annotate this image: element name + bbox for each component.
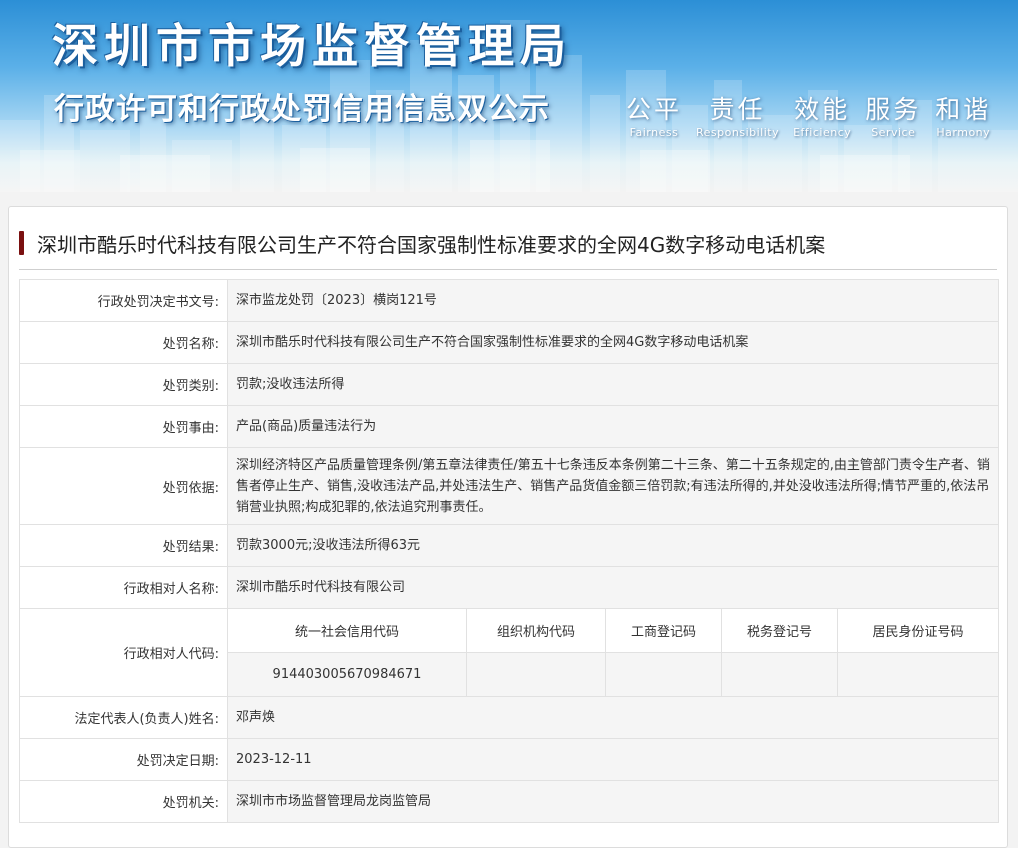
value-en: Service xyxy=(871,126,916,139)
row-label: 行政相对人名称: xyxy=(19,566,228,609)
row-label: 处罚名称: xyxy=(19,321,228,364)
code-value: 914403005670984671 xyxy=(228,652,467,696)
row-label: 处罚依据: xyxy=(19,447,228,525)
code-header: 工商登记码 xyxy=(605,609,722,653)
title-accent-bar xyxy=(19,231,24,255)
code-header: 统一社会信用代码 xyxy=(228,609,467,653)
case-title-header: 深圳市酷乐时代科技有限公司生产不符合国家强制性标准要求的全网4G数字移动电话机案 xyxy=(19,227,997,270)
penalty-info-table: 行政处罚决定书文号: 深市监龙处罚〔2023〕横岗121号 处罚名称: 深圳市酷… xyxy=(19,279,999,823)
value-cn: 服务 xyxy=(865,95,922,124)
table-row: 处罚机关: 深圳市市场监督管理局龙岗监管局 xyxy=(19,780,999,823)
code-value xyxy=(837,652,998,696)
value-responsibility: 责任 Responsibility xyxy=(696,90,779,139)
value-en: Efficiency xyxy=(793,126,852,139)
row-value: 深圳市酷乐时代科技有限公司 xyxy=(227,566,999,609)
code-value xyxy=(721,652,838,696)
row-label: 行政处罚决定书文号: xyxy=(19,279,228,322)
header-banner: 深圳市市场监督管理局 行政许可和行政处罚信用信息双公示 公平 Fairness … xyxy=(0,0,1018,192)
table-row: 处罚名称: 深圳市酷乐时代科技有限公司生产不符合国家强制性标准要求的全网4G数字… xyxy=(19,321,999,364)
core-values: 公平 Fairness 责任 Responsibility 效能 Efficie… xyxy=(626,90,990,139)
value-en: Harmony xyxy=(936,126,991,139)
site-title: 深圳市市场监督管理局 xyxy=(52,19,572,73)
case-title: 深圳市酷乐时代科技有限公司生产不符合国家强制性标准要求的全网4G数字移动电话机案 xyxy=(37,233,826,257)
table-row: 处罚事由: 产品(商品)质量违法行为 xyxy=(19,405,999,448)
row-value: 邓声焕 xyxy=(227,696,999,739)
row-value: 罚款;没收违法所得 xyxy=(227,363,999,406)
table-row: 行政相对人名称: 深圳市酷乐时代科技有限公司 xyxy=(19,566,999,609)
row-label: 处罚决定日期: xyxy=(19,738,228,781)
content-panel: 深圳市酷乐时代科技有限公司生产不符合国家强制性标准要求的全网4G数字移动电话机案… xyxy=(8,206,1008,848)
code-value xyxy=(605,652,722,696)
row-value: 深圳市酷乐时代科技有限公司生产不符合国家强制性标准要求的全网4G数字移动电话机案 xyxy=(227,321,999,364)
table-row: 行政处罚决定书文号: 深市监龙处罚〔2023〕横岗121号 xyxy=(19,279,999,322)
row-label: 处罚机关: xyxy=(19,780,228,823)
row-label: 处罚结果: xyxy=(19,524,228,567)
value-cn: 公平 xyxy=(626,95,683,124)
value-cn: 责任 xyxy=(709,95,766,124)
code-value xyxy=(466,652,606,696)
code-header: 居民身份证号码 xyxy=(837,609,998,653)
codes-cell: 统一社会信用代码 组织机构代码 工商登记码 税务登记号 居民身份证号码 9144… xyxy=(227,608,999,697)
value-efficiency: 效能 Efficiency xyxy=(793,90,851,139)
row-label: 行政相对人代码: xyxy=(19,608,228,697)
value-cn: 和谐 xyxy=(935,95,992,124)
codes-header-row: 统一社会信用代码 组织机构代码 工商登记码 税务登记号 居民身份证号码 xyxy=(228,609,998,653)
table-row: 行政相对人代码: 统一社会信用代码 组织机构代码 工商登记码 税务登记号 居民身… xyxy=(19,608,999,697)
row-value: 2023-12-11 xyxy=(227,738,999,781)
codes-table: 统一社会信用代码 组织机构代码 工商登记码 税务登记号 居民身份证号码 9144… xyxy=(228,609,998,696)
value-service: 服务 Service xyxy=(865,90,921,139)
row-label: 处罚类别: xyxy=(19,363,228,406)
row-value: 深圳市市场监督管理局龙岗监管局 xyxy=(227,780,999,823)
codes-value-row: 914403005670984671 xyxy=(228,652,998,696)
value-en: Fairness xyxy=(629,126,679,139)
row-value: 深圳经济特区产品质量管理条例/第五章法律责任/第五十七条违反本条例第二十三条、第… xyxy=(227,447,999,525)
table-row: 处罚决定日期: 2023-12-11 xyxy=(19,738,999,781)
value-harmony: 和谐 Harmony xyxy=(935,90,991,139)
row-value: 罚款3000元;没收违法所得63元 xyxy=(227,524,999,567)
value-cn: 效能 xyxy=(794,95,851,124)
row-value: 深市监龙处罚〔2023〕横岗121号 xyxy=(227,279,999,322)
row-label: 处罚事由: xyxy=(19,405,228,448)
table-row: 法定代表人(负责人)姓名: 邓声焕 xyxy=(19,696,999,739)
code-header: 税务登记号 xyxy=(721,609,838,653)
table-row: 处罚类别: 罚款;没收违法所得 xyxy=(19,363,999,406)
row-value: 产品(商品)质量违法行为 xyxy=(227,405,999,448)
code-header: 组织机构代码 xyxy=(466,609,606,653)
value-en: Responsibility xyxy=(696,126,780,139)
row-label: 法定代表人(负责人)姓名: xyxy=(19,696,228,739)
value-fairness: 公平 Fairness xyxy=(626,90,682,139)
table-row: 处罚依据: 深圳经济特区产品质量管理条例/第五章法律责任/第五十七条违反本条例第… xyxy=(19,447,999,525)
site-subtitle: 行政许可和行政处罚信用信息双公示 xyxy=(54,92,550,127)
table-row: 处罚结果: 罚款3000元;没收违法所得63元 xyxy=(19,524,999,567)
